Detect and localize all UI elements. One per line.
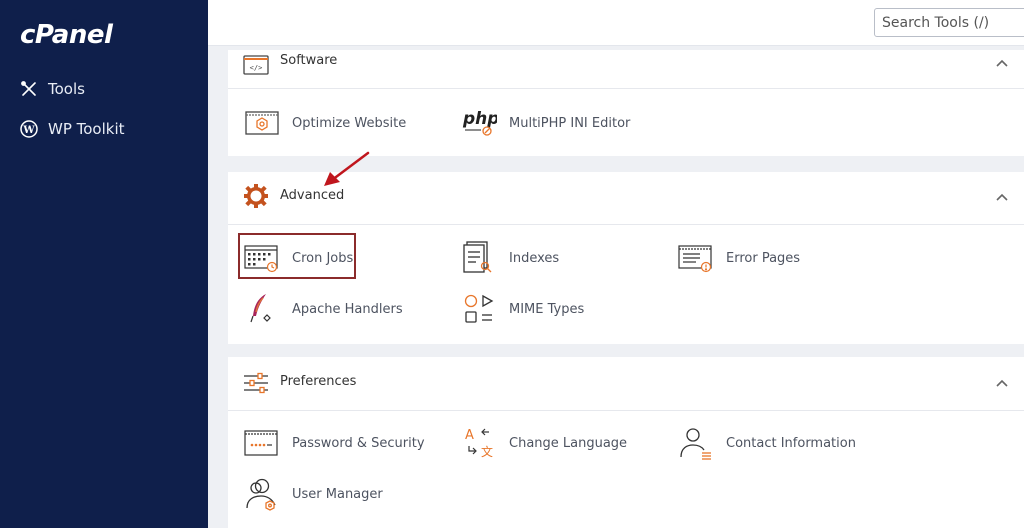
wordpress-icon: W xyxy=(20,120,38,138)
tool-change-language[interactable]: A 文 Change Language xyxy=(461,425,627,461)
sliders-icon xyxy=(242,369,270,397)
annotation-arrow-icon xyxy=(324,151,370,186)
divider xyxy=(228,224,1024,225)
tool-label: Cron Jobs xyxy=(292,250,354,266)
sidebar: cPanel Tools W WP Toolkit xyxy=(0,0,208,528)
divider xyxy=(228,410,1024,411)
tool-error-pages[interactable]: Error Pages xyxy=(678,240,800,276)
translate-icon: A 文 xyxy=(461,425,497,461)
sidebar-item-tools[interactable]: Tools xyxy=(20,80,85,98)
password-icon xyxy=(244,425,280,461)
contact-icon xyxy=(678,425,714,461)
error-pages-icon xyxy=(678,240,714,276)
cpanel-logo[interactable]: cPanel xyxy=(20,20,113,50)
tool-label: User Manager xyxy=(292,486,383,502)
calendar-clock-icon xyxy=(244,240,280,276)
top-bar xyxy=(208,0,1024,46)
tool-cron-jobs[interactable]: Cron Jobs xyxy=(244,240,353,276)
tool-label: Apache Handlers xyxy=(292,301,403,317)
optimize-website-icon xyxy=(244,105,280,141)
svg-text:W: W xyxy=(22,125,35,136)
section-title: Preferences xyxy=(280,374,357,389)
tool-label: Error Pages xyxy=(726,250,801,266)
search-input[interactable] xyxy=(874,8,1024,37)
code-window-icon: </> xyxy=(242,51,270,79)
svg-text:php: php xyxy=(462,109,497,129)
php-icon: php xyxy=(461,105,497,141)
divider xyxy=(228,88,1024,89)
section-advanced: Advanced Cron Jobs Indexes Error Pages A… xyxy=(228,172,1024,344)
section-software: </> Software Optimize Website php MultiP… xyxy=(228,50,1024,156)
sidebar-item-wp-toolkit[interactable]: W WP Toolkit xyxy=(20,120,125,138)
svg-text:</>: </> xyxy=(250,64,263,72)
chevron-up-icon[interactable] xyxy=(994,375,1010,391)
chevron-up-icon[interactable] xyxy=(994,189,1010,205)
tool-password-security[interactable]: Password & Security xyxy=(244,425,425,461)
mime-types-icon xyxy=(461,291,497,327)
section-preferences: Preferences Password & Security A 文 Chan… xyxy=(228,357,1024,528)
tool-label: Contact Information xyxy=(726,435,856,451)
section-header[interactable]: Preferences xyxy=(228,357,1024,410)
tool-indexes[interactable]: Indexes xyxy=(461,240,559,276)
chevron-up-icon[interactable] xyxy=(994,55,1010,71)
tool-multiphp-ini-editor[interactable]: php MultiPHP INI Editor xyxy=(461,105,630,141)
tool-contact-information[interactable]: Contact Information xyxy=(678,425,856,461)
svg-text:A: A xyxy=(465,428,474,443)
svg-text:文: 文 xyxy=(481,444,493,459)
tool-user-manager[interactable]: User Manager xyxy=(244,476,383,512)
gear-icon xyxy=(242,182,270,210)
indexes-icon xyxy=(461,240,497,276)
tool-label: Password & Security xyxy=(292,435,425,451)
tool-optimize-website[interactable]: Optimize Website xyxy=(244,105,406,141)
sidebar-item-label: WP Toolkit xyxy=(48,120,125,138)
tool-label: MIME Types xyxy=(509,301,585,317)
tool-label: MultiPHP INI Editor xyxy=(509,115,631,131)
tool-label: Change Language xyxy=(509,435,628,451)
tool-apache-handlers[interactable]: Apache Handlers xyxy=(244,291,403,327)
sidebar-item-label: Tools xyxy=(48,80,85,98)
user-manager-icon xyxy=(244,476,280,512)
tools-icon xyxy=(20,80,38,98)
tool-label: Indexes xyxy=(509,250,560,266)
section-title: Software xyxy=(280,53,338,68)
tool-label: Optimize Website xyxy=(292,115,407,131)
section-header[interactable]: </> Software xyxy=(228,50,1024,88)
apache-feather-icon xyxy=(244,291,280,327)
section-title: Advanced xyxy=(280,188,345,203)
tool-mime-types[interactable]: MIME Types xyxy=(461,291,584,327)
